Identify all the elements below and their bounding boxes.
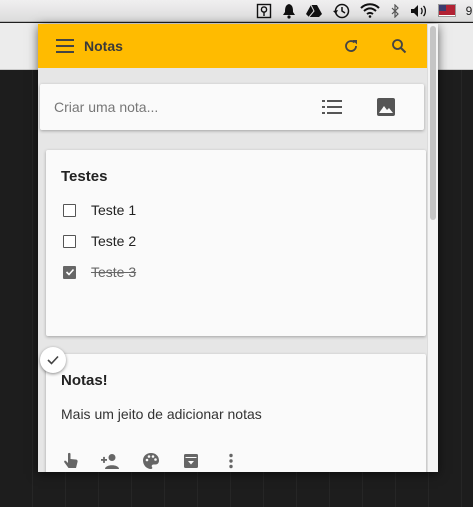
reminder-icon[interactable]: [60, 450, 82, 472]
bluetooth-icon[interactable]: [390, 0, 400, 22]
archive-icon[interactable]: [180, 450, 202, 472]
collaborator-icon[interactable]: [100, 450, 122, 472]
drive-icon[interactable]: [305, 0, 322, 22]
refresh-icon[interactable]: [339, 24, 363, 68]
time-machine-icon[interactable]: [332, 0, 350, 22]
note-body: Mais um jeito de adicionar notas: [61, 406, 262, 422]
note-actions: [60, 450, 242, 472]
flag-icon[interactable]: [437, 0, 456, 22]
note-card[interactable]: Testes Teste 1 Teste 2 Teste 3: [46, 150, 426, 336]
notes-popup: Notas Criar uma nota... Testes Teste 1 T…: [38, 24, 438, 472]
create-note-input[interactable]: Criar uma nota...: [54, 99, 320, 115]
checklist-item: Teste 2: [63, 233, 136, 249]
select-note-check-icon[interactable]: [40, 347, 66, 373]
checklist-item-label: Teste 2: [91, 233, 137, 249]
new-image-icon[interactable]: [374, 95, 398, 119]
checklist-item: Teste 3: [63, 264, 136, 280]
scrollbar[interactable]: [427, 24, 438, 472]
create-note-bar[interactable]: Criar uma nota...: [40, 84, 424, 130]
more-icon[interactable]: [220, 450, 242, 472]
note-title: Notas!: [61, 372, 108, 389]
map-pin-icon[interactable]: [256, 0, 272, 22]
wifi-icon[interactable]: [359, 0, 380, 22]
checklist-item-label: Teste 1: [91, 202, 137, 218]
app-bar: Notas: [38, 24, 427, 68]
checklist-item: Teste 1: [63, 202, 136, 218]
checkbox-checked[interactable]: [63, 265, 76, 279]
scrollbar-thumb[interactable]: [430, 26, 436, 220]
checkbox[interactable]: [63, 203, 76, 217]
new-list-icon[interactable]: [320, 95, 344, 119]
menubar-clock[interactable]: 97: [466, 0, 473, 22]
note-card[interactable]: Notas! Mais um jeito de adicionar notas: [46, 354, 426, 472]
volume-icon[interactable]: [410, 0, 428, 22]
note-title: Testes: [61, 168, 108, 185]
bell-icon[interactable]: [282, 0, 296, 22]
palette-icon[interactable]: [140, 450, 162, 472]
checklist-item-label: Teste 3: [91, 264, 137, 280]
app-title: Notas: [84, 38, 123, 54]
search-icon[interactable]: [387, 24, 411, 68]
menu-bar: 97: [0, 0, 473, 22]
checkbox[interactable]: [63, 234, 76, 248]
hamburger-menu-icon[interactable]: [52, 24, 78, 68]
